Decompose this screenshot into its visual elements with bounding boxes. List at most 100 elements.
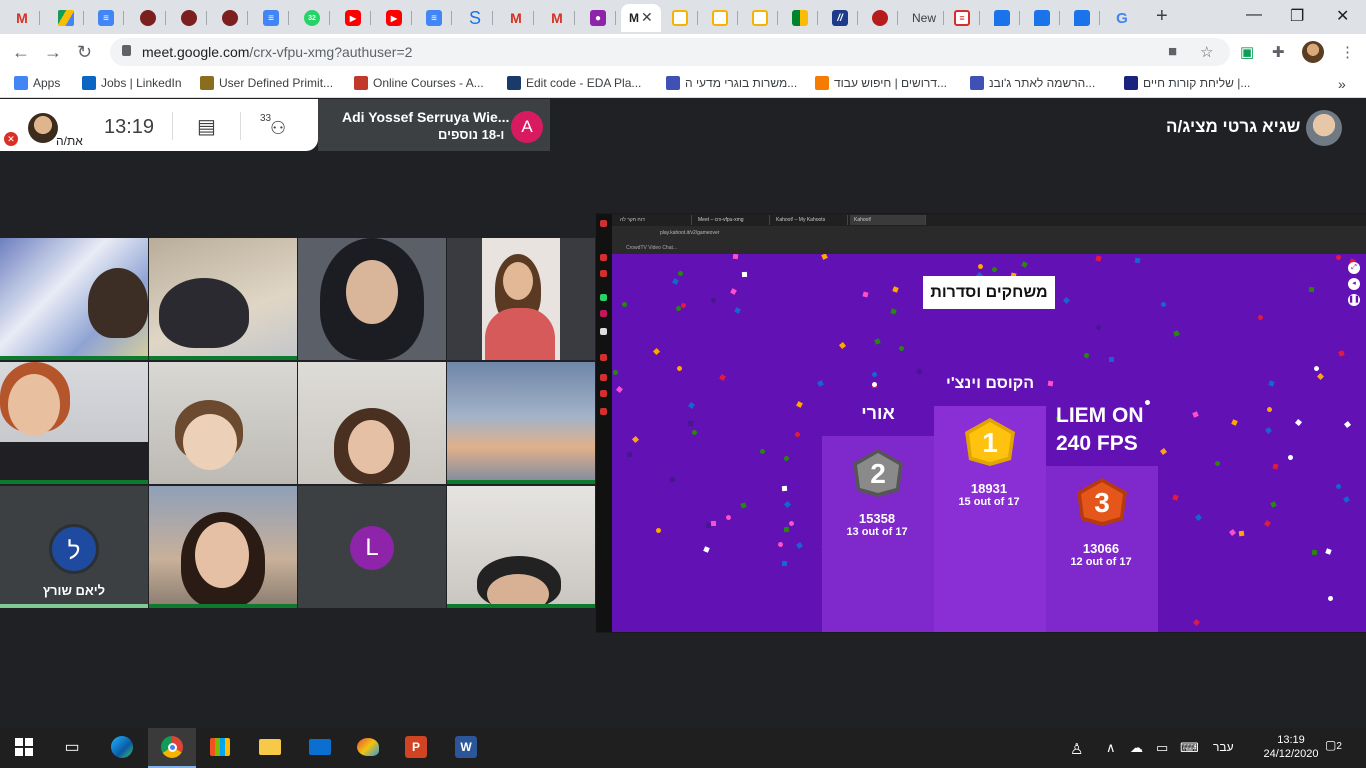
tab-classroom[interactable]: ●	[580, 4, 616, 32]
bookmark-online-courses[interactable]: Online Courses - A...	[354, 76, 484, 90]
bookmarks-overflow-icon[interactable]: »	[1338, 76, 1346, 92]
close-tab-icon[interactable]: ✕	[641, 9, 653, 26]
tab-youtube-1[interactable]: ▶	[335, 4, 371, 32]
bookmark-jobs-2[interactable]: דרושים | חיפוש עבוד...	[815, 76, 947, 90]
video-tile[interactable]	[0, 238, 148, 360]
extension-icon[interactable]: ▣	[1240, 43, 1254, 61]
tab-slides-3[interactable]	[742, 4, 778, 32]
input-language[interactable]: עבר	[1213, 740, 1234, 754]
shared-address-bar: play.kahoot.it/v2/gameover	[612, 226, 1366, 242]
windows-start-icon[interactable]	[12, 735, 36, 759]
tab-docs-2[interactable]: ≡	[253, 4, 289, 32]
bookmark-jobs-1[interactable]: משרות בוגרי מדעי ה...	[666, 76, 797, 90]
opera-icon	[600, 220, 607, 227]
tab-site-2[interactable]	[171, 4, 207, 32]
bookmark-jobs-3[interactable]: הרשמה לאתר ג'ובנ...	[970, 76, 1095, 90]
tab-site-3[interactable]	[212, 4, 248, 32]
tab-chat-3[interactable]	[1064, 4, 1100, 32]
puzzle-icon[interactable]: ✚	[1272, 43, 1285, 61]
forward-icon[interactable]: →	[44, 42, 62, 63]
site-icon: //	[832, 10, 848, 26]
video-tile-l[interactable]: L	[298, 486, 446, 608]
word-icon[interactable]: W	[454, 735, 478, 759]
star-icon[interactable]: ☆	[1200, 43, 1213, 61]
tab-chat-2[interactable]	[1024, 4, 1060, 32]
tab-meet-2[interactable]	[782, 4, 818, 32]
tab-whatsapp[interactable]: 32	[294, 4, 330, 32]
video-tile[interactable]	[149, 362, 297, 484]
show-hidden-icons[interactable]: ∧	[1106, 740, 1116, 756]
bookmark-cv[interactable]: שליחת קורות חיים |...	[1124, 76, 1250, 90]
tab-site-5[interactable]	[862, 4, 898, 32]
profile-avatar[interactable]	[1302, 41, 1324, 63]
chrome-icon[interactable]	[160, 735, 184, 759]
video-tile[interactable]	[447, 362, 595, 484]
new-tab-icon[interactable]: +	[1156, 5, 1168, 28]
video-tile[interactable]	[0, 362, 148, 484]
bookmark-eda[interactable]: Edit code - EDA Pla...	[507, 76, 641, 90]
shared-bookmarks: CrowdTV Video Chat...	[612, 242, 1366, 254]
task-view-icon[interactable]: ▭	[60, 735, 84, 759]
system-clock[interactable]: 13:19 24/12/2020	[1258, 733, 1324, 761]
people-tray-icon[interactable]: ♙	[1070, 740, 1083, 758]
bookmarks-bar: Apps Jobs | LinkedIn User Defined Primit…	[0, 70, 1366, 98]
tab-site-1[interactable]	[130, 4, 166, 32]
notifications-icon[interactable]: ▢2	[1325, 738, 1347, 758]
file-explorer-icon[interactable]	[258, 735, 282, 759]
apps-grid-icon	[14, 76, 28, 90]
mail-icon[interactable]	[308, 735, 332, 759]
tab-site-6[interactable]: ≡	[944, 4, 980, 32]
speaking-indicator	[149, 356, 297, 360]
tab-slides-1[interactable]	[662, 4, 698, 32]
address-bar[interactable]: meet.google.com/crx-vfpu-xmg?authuser=2	[110, 38, 1230, 66]
tab-drive[interactable]	[48, 4, 84, 32]
minimize-icon[interactable]: —	[1246, 6, 1262, 24]
tab-gmail[interactable]: M	[4, 4, 40, 32]
video-tile[interactable]	[298, 362, 446, 484]
network-icon[interactable]: ▭	[1156, 740, 1168, 756]
video-tile[interactable]	[298, 238, 446, 360]
tab-youtube-2[interactable]: ▶	[376, 4, 412, 32]
video-tile[interactable]	[149, 486, 297, 608]
bookmark-apps[interactable]: Apps	[14, 76, 60, 90]
camera-icon[interactable]: ■	[1168, 43, 1177, 60]
restore-icon[interactable]: ❐	[1290, 6, 1304, 26]
onedrive-icon[interactable]: ☁	[1130, 740, 1143, 756]
keyboard-icon[interactable]: ⌨	[1180, 740, 1199, 756]
notification-count: 2	[1336, 741, 1342, 752]
tab-slides-2[interactable]	[702, 4, 738, 32]
powerpoint-icon[interactable]: P	[404, 735, 428, 759]
tab-gmail-2[interactable]: M	[498, 4, 534, 32]
tab-google[interactable]: G	[1104, 4, 1140, 32]
tab-gmail-3[interactable]: M	[539, 4, 575, 32]
back-icon[interactable]: ←	[12, 42, 30, 63]
video-tile[interactable]	[149, 238, 297, 360]
system-time: 13:19	[1277, 734, 1305, 746]
edge-icon[interactable]	[110, 735, 134, 759]
close-window-icon[interactable]: ✕	[1336, 6, 1349, 26]
person-icon: ●	[590, 10, 606, 26]
video-tile-liam[interactable]: ל ליאם שורץ	[0, 486, 148, 608]
confetti-piece	[1327, 595, 1334, 602]
people-icon[interactable]: ⚇	[270, 118, 286, 139]
tab-chat-1[interactable]	[984, 4, 1020, 32]
chat-icon[interactable]: ▤	[197, 114, 216, 139]
tab-site-4[interactable]: //	[822, 4, 858, 32]
paint-icon[interactable]	[356, 735, 380, 759]
bookmark-udp[interactable]: User Defined Primit...	[200, 76, 333, 90]
reload-icon[interactable]: ↻	[77, 42, 92, 63]
video-tile[interactable]	[447, 486, 595, 608]
menu-dots-icon[interactable]: ⋮	[1340, 43, 1355, 61]
self-avatar	[28, 113, 58, 143]
confetti-piece	[871, 371, 878, 378]
tab-new-label[interactable]: New	[904, 4, 944, 32]
video-tile[interactable]	[447, 238, 595, 360]
tab-docs-3[interactable]: ≡	[416, 4, 452, 32]
bookmark-linkedin[interactable]: Jobs | LinkedIn	[82, 76, 182, 90]
second-place-correct: 13 out of 17	[846, 526, 908, 538]
store-icon[interactable]	[208, 735, 232, 759]
tab-docs-1[interactable]: ≡	[88, 4, 124, 32]
site-icon	[354, 76, 368, 90]
tab-s[interactable]: S	[457, 4, 493, 32]
speaking-indicator	[149, 604, 297, 608]
